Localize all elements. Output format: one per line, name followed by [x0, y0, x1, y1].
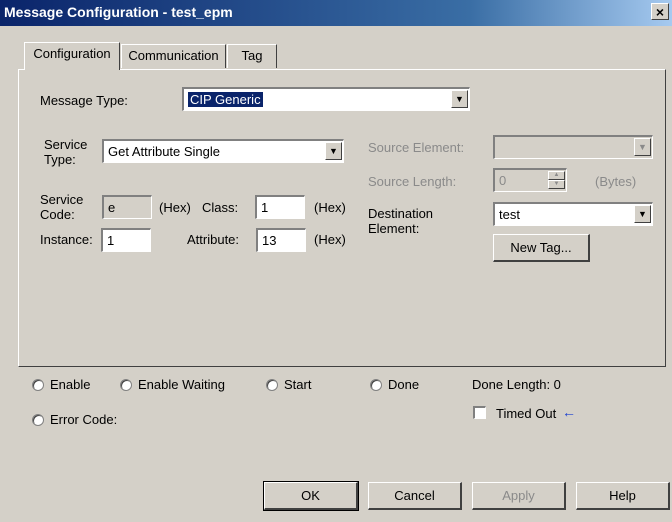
tab-configuration-label: Configuration: [33, 46, 111, 61]
timed-out-label: Timed Out: [496, 406, 557, 421]
tab-tag[interactable]: Tag: [227, 44, 277, 68]
class-field[interactable]: 1: [255, 195, 305, 219]
done-label: Done: [388, 377, 420, 392]
attribute-hex-label: (Hex): [314, 232, 346, 247]
error-code-radio-icon: [32, 414, 44, 426]
chevron-down-icon[interactable]: ▼: [325, 142, 342, 160]
help-button[interactable]: Help: [576, 482, 670, 510]
chevron-down-icon[interactable]: ▼: [634, 205, 651, 223]
service-type-select[interactable]: Get Attribute Single ▼: [102, 139, 344, 163]
class-hex-label: (Hex): [314, 200, 346, 215]
enable-label: Enable: [50, 377, 91, 392]
cancel-button[interactable]: Cancel: [368, 482, 462, 510]
message-type-select[interactable]: CIP Generic ▼: [182, 87, 470, 111]
service-code-label: Service Code:: [40, 192, 84, 222]
message-type-value: CIP Generic: [188, 92, 263, 107]
enable-radio-icon: [32, 379, 44, 391]
source-element-label: Source Element:: [368, 140, 465, 155]
start-radio-icon: [266, 379, 278, 391]
start-label: Start: [284, 377, 312, 392]
attribute-field[interactable]: 13: [256, 228, 306, 252]
timed-out-checkbox[interactable]: [473, 406, 486, 419]
chevron-down-icon[interactable]: ▼: [634, 138, 651, 156]
tab-communication[interactable]: Communication: [121, 44, 226, 68]
new-tag-button[interactable]: New Tag...: [493, 234, 590, 262]
enable-waiting-radio-icon: [120, 379, 132, 391]
apply-button[interactable]: Apply: [472, 482, 566, 510]
done-radio-icon: [370, 379, 382, 391]
class-label: Class:: [202, 200, 239, 215]
source-length-value: 0: [499, 173, 507, 188]
title-bar: Message Configuration - test_epm ×: [0, 0, 672, 26]
source-length-label: Source Length:: [368, 174, 457, 189]
error-code-label: Error Code:: [50, 412, 118, 427]
service-type-value: Get Attribute Single: [108, 144, 221, 159]
tab-communication-label: Communication: [128, 48, 219, 63]
service-code-hex-label: (Hex): [159, 200, 191, 215]
destination-element-value: test: [499, 207, 520, 222]
close-button[interactable]: ×: [651, 3, 669, 20]
done-length-label: Done Length: 0: [472, 377, 561, 392]
destination-element-label: Destination Element:: [368, 206, 434, 236]
instance-field[interactable]: 1: [101, 228, 151, 252]
left-arrow-icon: ←: [562, 404, 576, 420]
ok-button[interactable]: OK: [263, 481, 359, 511]
source-length-field[interactable]: 0 ▲ ▼: [493, 168, 567, 192]
message-type-label: Message Type:: [40, 93, 128, 108]
enable-waiting-label: Enable Waiting: [138, 377, 225, 392]
service-code-field[interactable]: e: [102, 195, 152, 219]
chevron-down-icon[interactable]: ▼: [451, 90, 468, 108]
instance-label: Instance:: [40, 232, 93, 247]
tab-tag-label: Tag: [241, 48, 263, 63]
window-title: Message Configuration - test_epm: [4, 4, 233, 20]
bytes-label: (Bytes): [595, 174, 637, 189]
attribute-label: Attribute:: [187, 232, 240, 247]
tab-configuration[interactable]: Configuration: [24, 42, 120, 70]
service-type-label: Service Type:: [44, 137, 88, 167]
destination-element-select[interactable]: test ▼: [493, 202, 653, 226]
spinner-icon[interactable]: ▲ ▼: [548, 171, 565, 189]
source-element-select[interactable]: ▼: [493, 135, 653, 159]
